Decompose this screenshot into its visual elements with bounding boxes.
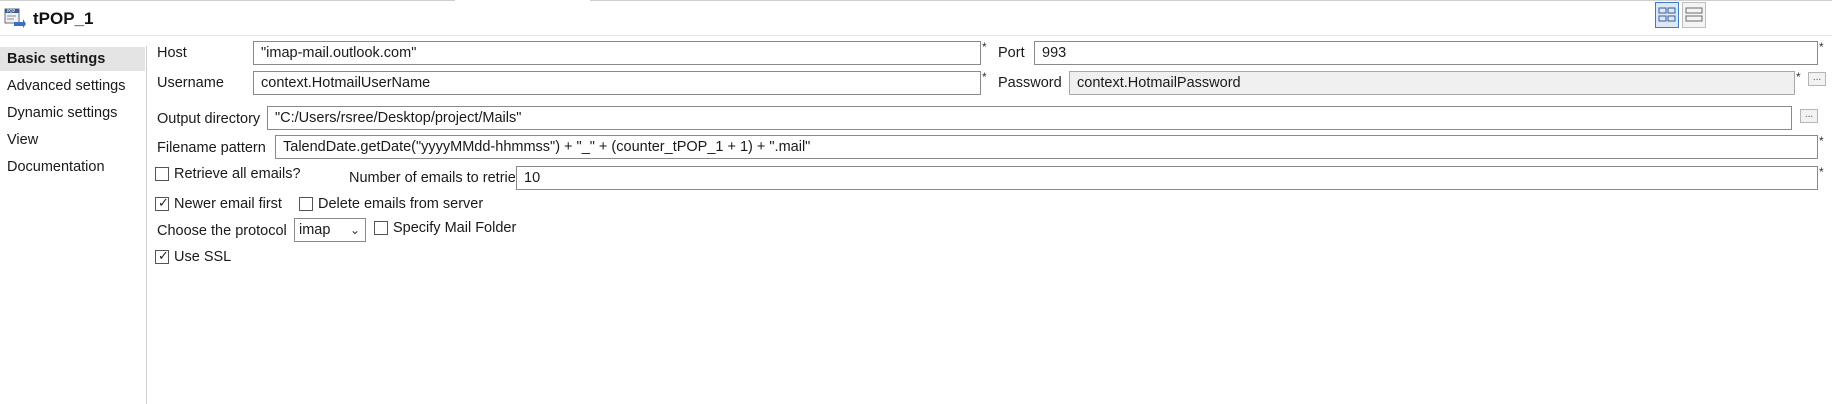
chevron-down-icon: ⌄ (349, 223, 360, 237)
use-ssl-checkbox[interactable]: ✓ (155, 248, 169, 264)
sidebar-item-advanced-settings[interactable]: Advanced settings (0, 74, 145, 98)
sidebar-item-dynamic-settings[interactable]: Dynamic settings (0, 101, 145, 125)
required-marker: * (982, 70, 987, 84)
svg-text:POP: POP (7, 9, 16, 14)
top-divider (590, 0, 1832, 1)
protocol-label: Choose the protocol (157, 223, 287, 239)
required-marker: * (1796, 70, 1801, 84)
delete-emails-checkbox[interactable] (299, 197, 313, 211)
protocol-select[interactable]: imap ⌄ (294, 218, 366, 242)
filename-pattern-label: Filename pattern (157, 140, 266, 156)
output-directory-browse-button[interactable]: ... (1800, 109, 1818, 123)
protocol-select-value: imap (299, 222, 331, 238)
pop-component-icon: POP (4, 8, 26, 28)
sidebar-item-view[interactable]: View (0, 128, 145, 152)
grid-view-icon (1658, 7, 1676, 22)
required-marker: * (1819, 134, 1824, 148)
filename-pattern-field[interactable]: TalendDate.getDate("yyyyMMdd-hhmmss") + … (275, 135, 1818, 159)
username-field[interactable]: context.HotmailUserName (253, 71, 981, 95)
password-label: Password (998, 75, 1062, 91)
required-marker: * (982, 40, 987, 54)
settings-sidebar (0, 46, 147, 404)
list-view-button[interactable] (1682, 2, 1706, 28)
username-label: Username (157, 75, 224, 91)
newer-email-first-checkbox[interactable]: ✓ (155, 195, 169, 211)
host-field[interactable]: "imap-mail.outlook.com" (253, 41, 981, 65)
password-browse-button[interactable]: ... (1808, 72, 1826, 86)
required-marker: * (1819, 40, 1824, 54)
grid-view-button[interactable] (1655, 2, 1679, 28)
delete-emails-label: Delete emails from server (318, 196, 484, 212)
host-label: Host (157, 45, 187, 61)
num-emails-field[interactable]: 10 (516, 166, 1818, 190)
component-title: tPOP_1 (33, 9, 94, 28)
sidebar-item-basic-settings[interactable]: Basic settings (0, 47, 145, 71)
top-divider (0, 0, 455, 1)
checkmark-icon: ✓ (158, 248, 169, 263)
use-ssl-label: Use SSL (174, 249, 232, 265)
retrieve-all-checkbox[interactable] (155, 167, 169, 181)
header-divider (0, 35, 1832, 36)
port-label: Port (998, 45, 1025, 61)
port-field[interactable]: 993 (1034, 41, 1818, 65)
output-directory-label: Output directory (157, 111, 261, 127)
component-header (0, 0, 1832, 36)
required-marker: * (1819, 165, 1824, 179)
newer-email-first-label: Newer email first (174, 196, 282, 212)
sidebar-item-documentation[interactable]: Documentation (0, 155, 145, 179)
specify-mail-folder-checkbox[interactable] (374, 221, 388, 235)
output-directory-field[interactable]: "C:/Users/rsree/Desktop/project/Mails" (267, 106, 1792, 130)
list-view-icon (1685, 7, 1703, 22)
retrieve-all-label: Retrieve all emails? (174, 166, 301, 182)
password-field[interactable]: context.HotmailPassword (1069, 71, 1795, 95)
checkmark-icon: ✓ (158, 195, 169, 210)
num-emails-label: Number of emails to retrieve (349, 170, 532, 186)
specify-mail-folder-label: Specify Mail Folder (393, 220, 517, 236)
